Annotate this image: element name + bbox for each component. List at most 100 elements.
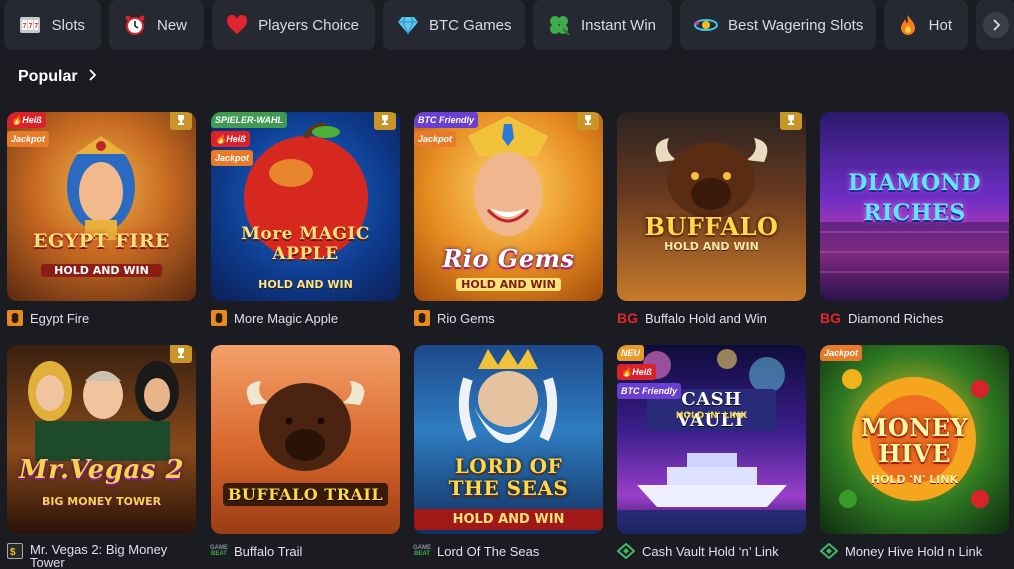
provider-logo-icon: BG [617,310,638,326]
category-label: Players Choice [258,16,359,34]
art-subtitle: HOLD 'N' LINK [675,411,748,421]
hot-badge: 🔥Heiß [7,112,46,128]
game-card-egypt-fire[interactable]: EGYPT FIRE HOLD AND WIN 🔥Heiß Jackpot Eg… [7,112,196,326]
game-name[interactable]: Cash Vault Hold ‘n’ Link [642,545,779,558]
jackpot-badge: Jackpot [211,150,254,166]
art-title: LORD OF THE SEAS [448,454,569,500]
section-heading-popular[interactable]: Popular [18,68,96,86]
trophy-icon [780,112,802,130]
game-name[interactable]: Buffalo Hold and Win [645,312,767,325]
art-subtitle: HOLD AND WIN [456,278,561,291]
svg-text:$: $ [10,547,16,557]
game-name[interactable]: Egypt Fire [30,312,89,325]
badge-stack: NEU 🔥Heiß BTC Friendly [617,345,682,399]
svg-text:7: 7 [28,23,32,30]
game-thumbnail[interactable]: MONEY HIVE HOLD 'N' LINK Jackpot [820,345,1009,534]
game-thumbnail[interactable]: EGYPT FIRE HOLD AND WIN 🔥Heiß Jackpot [7,112,196,301]
provider-logo-icon [414,310,430,326]
trophy-icon [577,112,599,130]
art-title: EGYPT FIRE [33,230,170,252]
provider-logo-icon [7,310,23,326]
category-scroll-right-button[interactable] [976,0,1014,50]
provider-logo-icon: BG [820,310,841,326]
game-card-mr-vegas-2[interactable]: Mr.Vegas 2 BIG MONEY TOWER $ Mr. Vegas 2… [7,345,196,569]
game-artwork: DIAMOND RICHES [820,112,1009,301]
new-badge: NEU [617,345,645,361]
category-players-choice[interactable]: Players Choice [212,0,375,50]
game-card-rio-gems[interactable]: Rio Gems HOLD AND WIN BTC Friendly Jackp… [414,112,603,326]
game-card-more-magic-apple[interactable]: More MAGIC APPLE HOLD AND WIN SPIELER-WA… [211,112,400,326]
game-thumbnail[interactable]: LORD OF THE SEAS HOLD AND WIN [414,345,603,534]
chevron-right-icon [88,68,96,86]
players-choice-badge: SPIELER-WAHL [211,112,288,128]
provider-logo-icon [617,543,635,559]
svg-text:7: 7 [22,23,26,30]
game-name[interactable]: Buffalo Trail [234,545,302,558]
orbit-icon [694,13,718,37]
category-best-wagering-slots[interactable]: Best Wagering Slots [680,0,876,50]
game-card-diamond-riches[interactable]: DIAMOND RICHES BG Diamond Riches [820,112,1009,326]
category-slots[interactable]: 777 Slots [4,0,101,50]
game-thumbnail[interactable]: BUFFALO TRAIL [211,345,400,534]
game-artwork: BUFFALO HOLD AND WIN [617,112,806,301]
diamond-icon [397,13,419,37]
badge-stack: BTC Friendly Jackpot [414,112,479,147]
art-title: More MAGIC APPLE [241,224,370,264]
game-thumbnail[interactable]: DIAMOND RICHES [820,112,1009,301]
alarm-clock-icon [123,13,147,37]
category-label: New [157,16,188,34]
game-thumbnail[interactable]: BUFFALO HOLD AND WIN [617,112,806,301]
svg-text:7: 7 [34,23,38,30]
slot-machine-icon: 777 [18,13,42,37]
provider-logo-icon: $ [7,543,23,559]
art-title: Rio Gems [442,244,575,273]
btc-friendly-badge: BTC Friendly [414,112,479,128]
game-card-buffalo-trail[interactable]: BUFFALO TRAIL GAME BEAT Buffalo Trail [210,345,400,559]
clover-icon [547,13,571,37]
game-thumbnail[interactable]: Rio Gems HOLD AND WIN BTC Friendly Jackp… [414,112,603,301]
art-title: Mr.Vegas 2 [18,455,185,485]
game-card-lord-of-the-seas[interactable]: LORD OF THE SEAS HOLD AND WIN GAME BEAT L… [413,345,603,559]
provider-logo-icon [820,543,838,559]
game-name[interactable]: Lord Of The Seas [437,545,539,558]
game-name[interactable]: Rio Gems [437,312,495,325]
category-label: Instant Win [580,16,656,34]
heart-icon [226,13,248,37]
category-label: Slots [51,16,85,34]
trophy-icon [170,112,192,130]
category-btc-games[interactable]: BTC Games [383,0,525,50]
art-subtitle: HOLD AND WIN [414,509,603,530]
game-name[interactable]: Money Hive Hold n Link [845,545,982,558]
game-name[interactable]: More Magic Apple [234,312,338,325]
category-label: BTC Games [429,16,512,34]
game-artwork: BUFFALO TRAIL [211,345,400,534]
jackpot-badge: Jackpot [820,345,863,361]
flame-icon [898,13,919,37]
category-label: Hot [928,16,952,34]
category-instant-win[interactable]: Instant Win [533,0,672,50]
provider-logo-icon: GAME BEAT [210,545,228,557]
badge-stack: Jackpot [820,345,863,361]
art-title: BUFFALO TRAIL [223,483,388,506]
game-card-buffalo-hold-and-win[interactable]: BUFFALO HOLD AND WIN BG Buffalo Hold and… [617,112,806,326]
art-subtitle: HOLD AND WIN [664,240,759,253]
game-name[interactable]: Mr. Vegas 2: Big Money Tower [30,543,180,569]
category-new[interactable]: New [109,0,204,50]
game-thumbnail[interactable]: More MAGIC APPLE HOLD AND WIN SPIELER-WA… [211,112,400,301]
game-name[interactable]: Diamond Riches [848,312,943,325]
trophy-icon [170,345,192,363]
category-bar: 777 Slots New Players Choice BTC Games I… [4,0,1014,50]
trophy-icon [374,112,396,130]
jackpot-badge: Jackpot [7,131,50,147]
provider-logo-icon: GAME BEAT [413,545,431,557]
chevron-right-icon [983,12,1009,38]
badge-stack: SPIELER-WAHL 🔥Heiß Jackpot [211,112,288,166]
badge-stack: 🔥Heiß Jackpot [7,112,50,147]
game-thumbnail[interactable]: Mr.Vegas 2 BIG MONEY TOWER [7,345,196,534]
art-title: BUFFALO [644,212,779,241]
art-subtitle: HOLD AND WIN [41,264,162,277]
category-hot[interactable]: Hot [884,0,968,50]
game-thumbnail[interactable]: CASH VAULT HOLD 'N' LINK NEU 🔥Heiß BTC F… [617,345,806,534]
game-card-money-hive[interactable]: MONEY HIVE HOLD 'N' LINK Jackpot Money H… [820,345,1009,559]
game-card-cash-vault[interactable]: CASH VAULT HOLD 'N' LINK NEU 🔥Heiß BTC F… [617,345,806,559]
